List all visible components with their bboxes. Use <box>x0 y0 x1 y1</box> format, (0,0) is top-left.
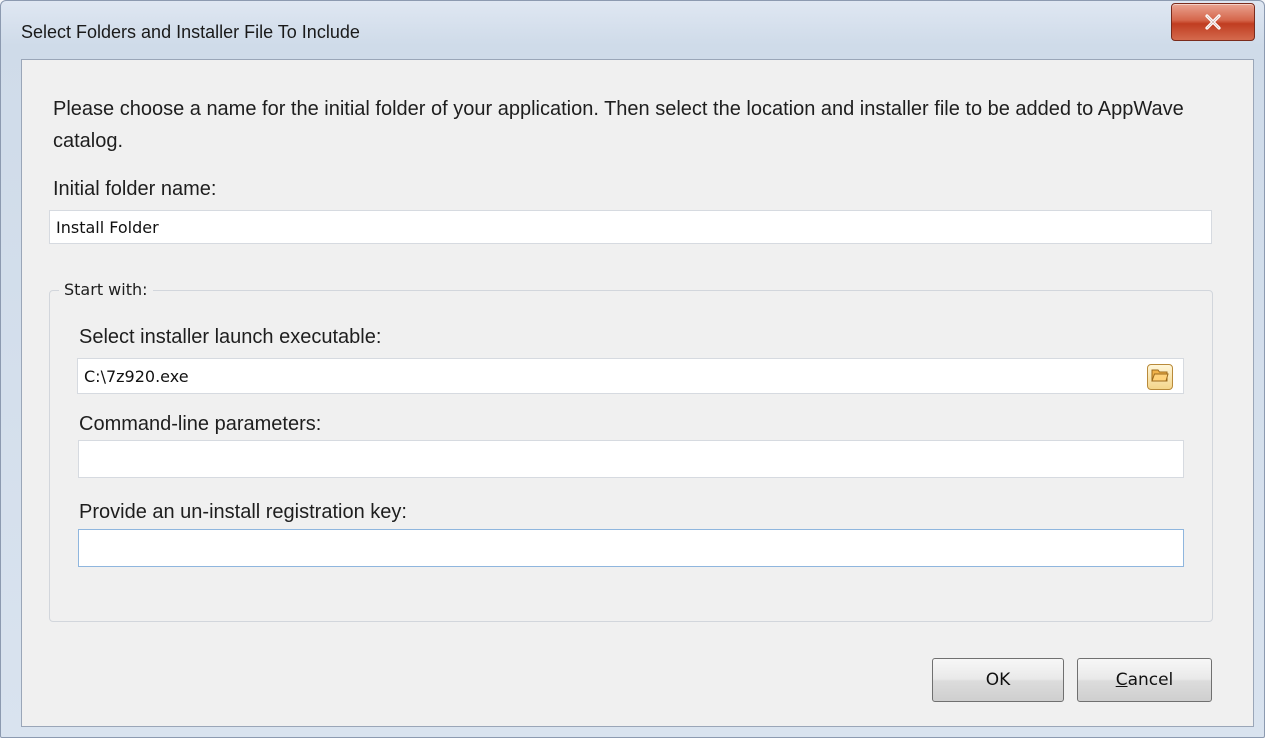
start-with-group-title: Start with: <box>59 280 153 299</box>
cancel-button[interactable]: Cancel <box>1077 658 1212 702</box>
ok-button[interactable]: OK <box>932 658 1064 702</box>
cmdline-label: Command-line parameters: <box>79 413 322 435</box>
close-icon <box>1202 13 1224 31</box>
cancel-accelerator: C <box>1115 670 1128 690</box>
cancel-label: ancel <box>1127 670 1174 690</box>
cmdline-input[interactable] <box>78 440 1184 478</box>
initial-folder-input[interactable]: Install Folder <box>49 210 1212 244</box>
dialog-window: Select Folders and Installer File To Inc… <box>0 0 1265 738</box>
window-title: Select Folders and Installer File To Inc… <box>21 22 360 42</box>
installer-path-input[interactable]: C:\7z920.exe <box>77 358 1184 394</box>
title-bar[interactable]: Select Folders and Installer File To Inc… <box>1 1 1264 59</box>
close-button[interactable] <box>1171 3 1255 41</box>
folder-icon <box>1151 367 1169 388</box>
uninstall-key-input[interactable] <box>78 529 1184 567</box>
instructions-text: Please choose a name for the initial fol… <box>53 98 1184 152</box>
installer-label: Select installer launch executable: <box>79 326 382 348</box>
installer-path-value: C:\7z920.exe <box>84 366 189 386</box>
browse-button[interactable] <box>1147 364 1173 390</box>
initial-folder-label: Initial folder name: <box>53 178 217 200</box>
uninstall-key-label: Provide an un-install registration key: <box>79 501 407 523</box>
dialog-body: Please choose a name for the initial fol… <box>21 59 1254 727</box>
